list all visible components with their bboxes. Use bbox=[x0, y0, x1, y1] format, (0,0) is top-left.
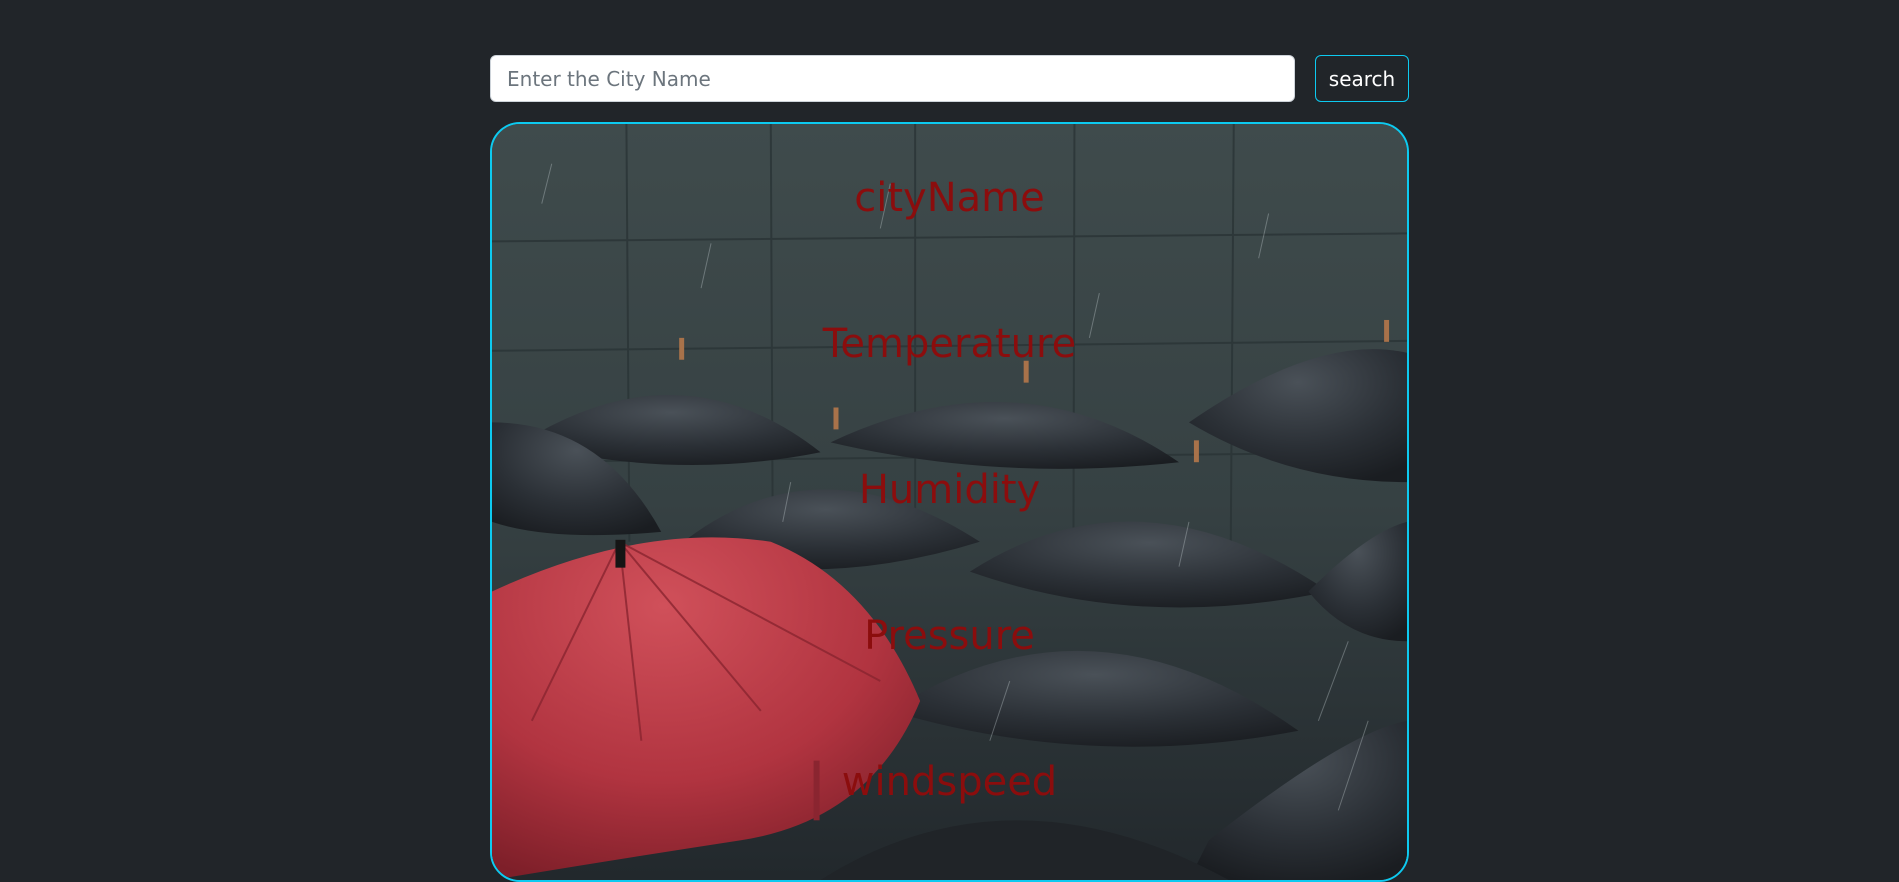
weather-card: cityName Temperature Humidity Pressure w… bbox=[490, 122, 1409, 882]
weather-fields: cityName Temperature Humidity Pressure w… bbox=[492, 124, 1407, 880]
search-button[interactable]: search bbox=[1315, 55, 1409, 102]
temperature-text: Temperature bbox=[822, 321, 1077, 367]
city-search-input[interactable] bbox=[490, 55, 1295, 102]
humidity-text: Humidity bbox=[858, 467, 1041, 513]
search-bar: search bbox=[490, 55, 1409, 102]
pressure-text: Pressure bbox=[864, 613, 1035, 659]
windspeed-text: windspeed bbox=[841, 759, 1058, 805]
city-name-text: cityName bbox=[854, 175, 1045, 221]
